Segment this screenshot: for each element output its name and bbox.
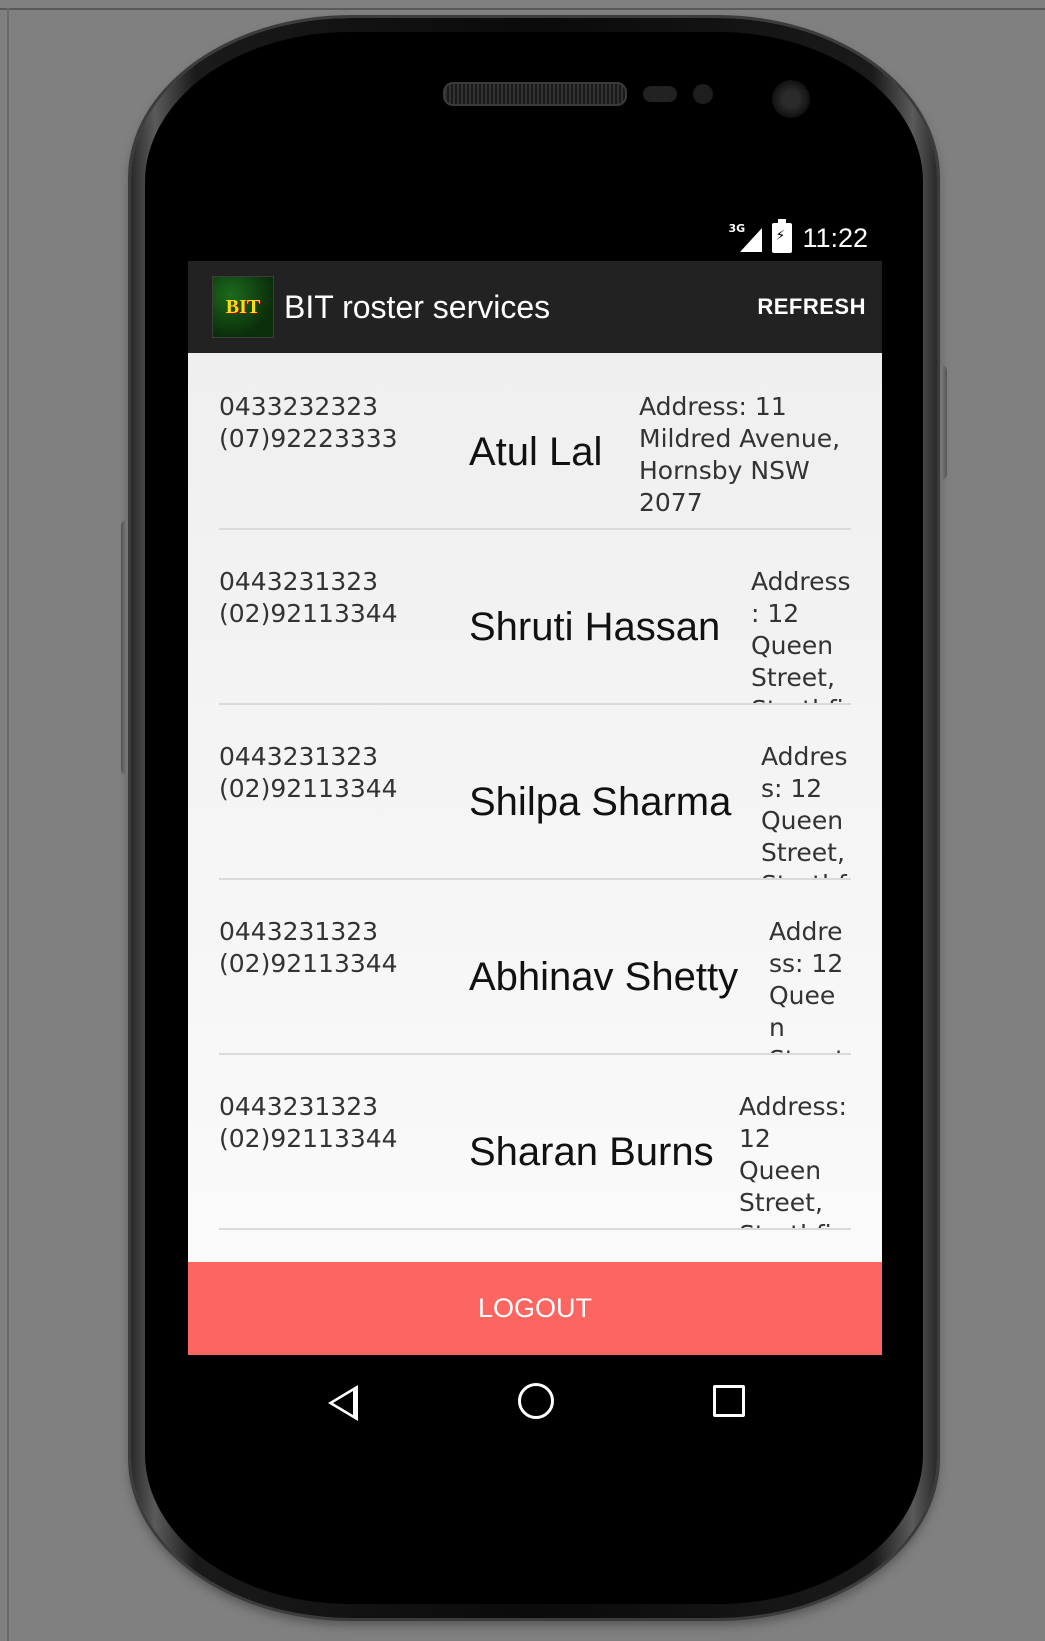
contact-row[interactable]: 0433232323 (07)92223333 Atul Lal Address… <box>219 353 851 530</box>
contact-phones: 0443231323 (02)92113344 <box>219 566 398 630</box>
window-top-border <box>0 8 1045 10</box>
contact-mobile: 0443231323 <box>219 567 379 596</box>
contact-phones: 0443231323 (02)92113344 <box>219 741 398 805</box>
contact-mobile: 0443231323 <box>219 1092 379 1121</box>
contact-name: Shruti Hassan <box>469 605 721 649</box>
battery-charging-icon <box>772 219 793 253</box>
app-logo: BIT <box>212 276 274 338</box>
status-bar: 3G 11:22 <box>188 215 882 261</box>
contact-name: Sharan Burns <box>469 1130 714 1174</box>
light-sensor <box>693 84 713 104</box>
contact-landline: (02)92113344 <box>219 599 398 628</box>
status-time: 11:22 <box>802 222 868 253</box>
contact-phones: 0443231323 (02)92113344 <box>219 916 398 980</box>
contact-phones: 0433232323 (07)92223333 <box>219 391 398 455</box>
app-logo-text: BIT <box>225 295 261 318</box>
recent-apps-icon[interactable] <box>713 1385 745 1417</box>
contact-address: Address: 12 Queen Street, Strathfi <box>751 567 851 703</box>
speaker-grille <box>443 82 627 106</box>
contact-landline: (02)92113344 <box>219 1124 398 1153</box>
contact-address: Address: 12 Queen Street, Strathfiel <box>739 1092 847 1228</box>
contact-name: Abhinav Shetty <box>469 955 739 999</box>
navigation-bar <box>188 1355 882 1445</box>
contact-mobile: 0433232323 <box>219 392 379 421</box>
contact-list[interactable]: 0433232323 (07)92223333 Atul Lal Address… <box>188 353 882 1401</box>
contact-mobile: 0443231323 <box>219 917 379 946</box>
status-icons: 3G 11:22 <box>728 219 868 255</box>
contact-address: Address: 11 Mildred Avenue, Hornsby NSW … <box>639 392 841 517</box>
logout-button[interactable]: LOGOUT <box>188 1262 882 1355</box>
contact-row[interactable]: 0443231323 (02)92113344 Sharan Burns Add… <box>219 1053 851 1230</box>
device-screen: 3G 11:22 BIT BIT roster services REFRESH… <box>188 215 882 1445</box>
back-icon[interactable] <box>328 1385 358 1421</box>
contact-row[interactable]: 0443231323 (02)92113344 Abhinav Shetty A… <box>219 878 851 1055</box>
contact-phones: 0443231323 (02)92113344 <box>219 1091 398 1155</box>
contact-landline: (07)92223333 <box>219 424 398 453</box>
contact-address: Address: 12 Queen Street, <box>769 917 845 1053</box>
home-icon[interactable] <box>518 1383 554 1419</box>
contact-row[interactable]: 0443231323 (02)92113344 Shruti Hassan Ad… <box>219 528 851 705</box>
proximity-sensor <box>643 86 677 102</box>
window-left-border <box>7 8 9 1641</box>
contact-landline: (02)92113344 <box>219 949 398 978</box>
contact-landline: (02)92113344 <box>219 774 398 803</box>
refresh-button[interactable]: REFRESH <box>757 294 866 320</box>
contact-mobile: 0443231323 <box>219 742 379 771</box>
app-title: BIT roster services <box>284 288 551 325</box>
contact-name: Shilpa Sharma <box>469 780 732 824</box>
logout-label: LOGOUT <box>477 1293 592 1323</box>
contact-row[interactable]: 0443231323 (02)92113344 Shilpa Sharma Ad… <box>219 703 851 880</box>
front-camera-icon <box>772 80 810 118</box>
signal-icon: 3G <box>728 222 763 252</box>
action-bar: BIT BIT roster services REFRESH <box>188 261 882 353</box>
contact-name: Atul Lal <box>469 430 603 474</box>
contact-address: Address: 12 Queen Street, Strathfi <box>761 742 848 878</box>
